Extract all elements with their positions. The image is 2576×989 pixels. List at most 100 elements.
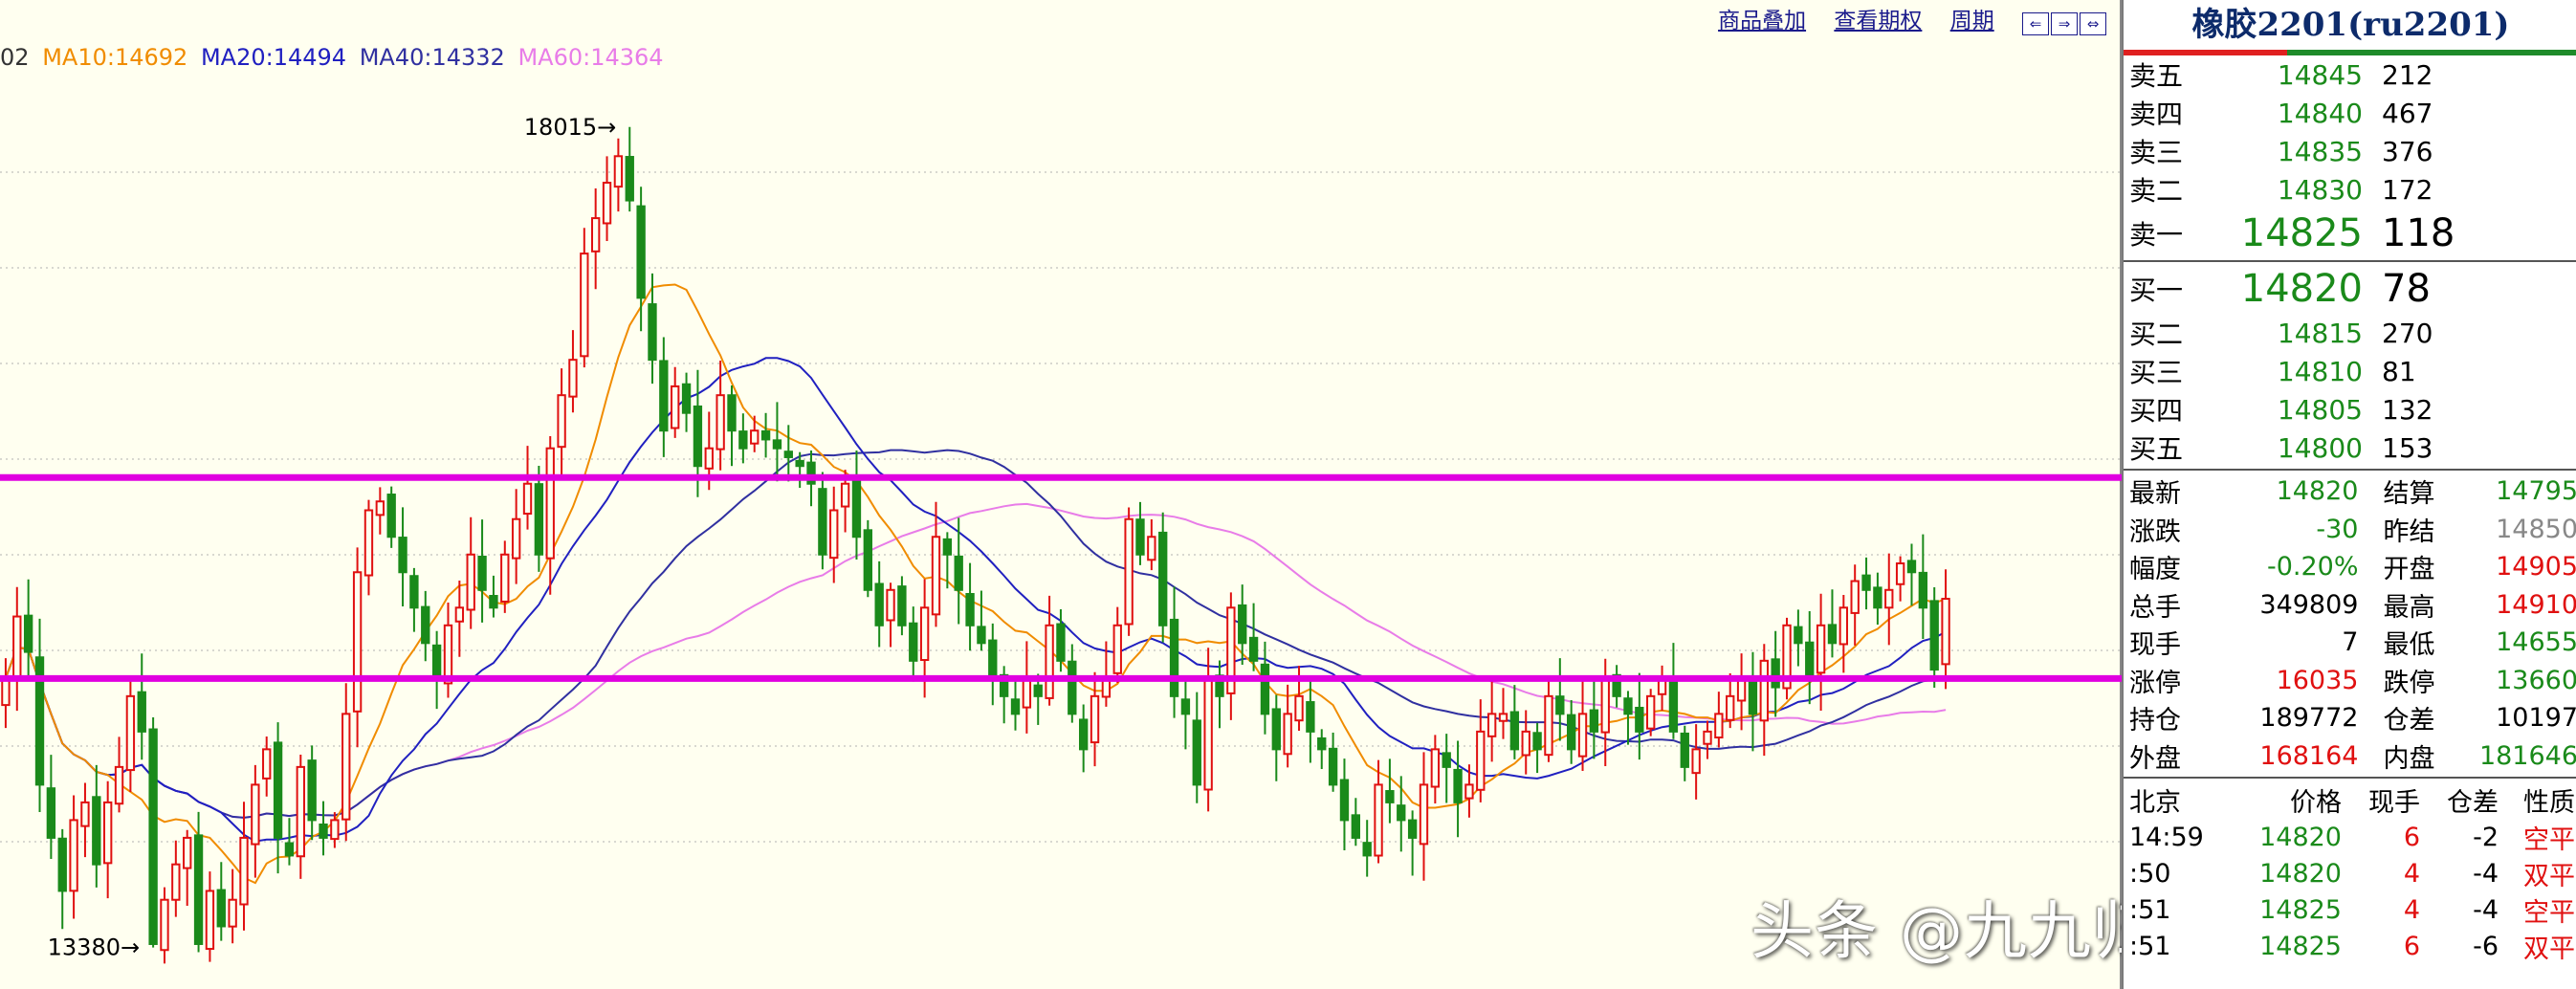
col-hand: 现手: [2368, 787, 2420, 818]
candle-body: [671, 385, 680, 429]
tick-price: 14820: [2259, 822, 2342, 852]
kline-chart[interactable]: 18015→ 13380→: [0, 0, 2122, 989]
stat-label: 最新: [2129, 479, 2181, 510]
candle-body: [477, 555, 487, 591]
candle-body: [375, 500, 385, 516]
candle-body: [1544, 694, 1553, 757]
contract-title: 橡胶2201(ru2201): [2191, 6, 2510, 44]
ask-row[interactable]: 卖五 14845 212: [2124, 55, 2576, 94]
candle-body: [341, 713, 351, 821]
candle-body: [398, 537, 407, 574]
stat-row: 持仓 189772 仓差 10197: [2124, 699, 2576, 737]
candle-body: [443, 624, 453, 685]
divider: [2124, 469, 2576, 471]
bid-row[interactable]: 买二 14815 270: [2124, 314, 2576, 352]
candle-body: [931, 536, 941, 616]
arrow-left-icon[interactable]: ⇐: [2022, 11, 2049, 35]
candle-body: [23, 614, 33, 653]
candle-body: [1407, 819, 1418, 839]
tick-row[interactable]: 14:59 14820 6 -2 空平: [2124, 819, 2576, 855]
candle-body: [352, 571, 363, 713]
candle-body: [1691, 748, 1701, 775]
stat-value: 14850: [2496, 514, 2576, 544]
tick-row[interactable]: :51 14825 6 -6 双平: [2124, 928, 2576, 964]
candle-body: [1464, 783, 1474, 800]
tick-nature: 空平: [2523, 824, 2575, 855]
candle-body: [636, 205, 646, 299]
stat-label: 跌停: [2383, 668, 2435, 698]
candle-body: [1759, 659, 1769, 722]
ask-price: 14830: [2277, 173, 2363, 206]
candle-body: [1180, 698, 1191, 715]
candle-body: [1646, 694, 1656, 730]
bid-book: 买一 14820 78 买二 14815 270 买三 14810 81 买四 14805 13…: [2124, 264, 2576, 467]
candle-body: [772, 439, 782, 450]
ask-price: 14840: [2277, 97, 2363, 129]
candle-body: [1306, 701, 1315, 733]
stat-row: 涨停 16035 跌停 13660: [2124, 662, 2576, 700]
ma-prefix: 02: [0, 44, 30, 71]
bid-row[interactable]: 买三 14810 81: [2124, 352, 2576, 390]
ask-row[interactable]: 卖四 14840 467: [2124, 94, 2576, 132]
candle-body: [557, 394, 566, 449]
ask-row[interactable]: 卖二 14830 172: [2124, 170, 2576, 209]
candle-body: [659, 360, 669, 432]
stat-value: 189772: [2259, 703, 2359, 734]
candle-body: [363, 509, 374, 577]
candle-body: [625, 156, 634, 202]
arrow-right-icon[interactable]: ⇒: [2051, 11, 2078, 35]
stat-label: 涨跌: [2129, 516, 2181, 547]
candle-body: [137, 691, 146, 733]
candle-body: [1112, 624, 1122, 674]
arrow-both-icon[interactable]: ⇔: [2080, 11, 2106, 35]
candle-body: [1794, 626, 1803, 645]
candle-body: [125, 694, 136, 772]
candle-body: [1147, 536, 1156, 561]
ask-book: 卖五 14845 212 卖四 14840 467 卖三 14835 376 卖二 14830…: [2124, 55, 2576, 258]
overlay-commodity-link[interactable]: 商品叠加: [1718, 9, 1806, 33]
candle-body: [716, 394, 725, 451]
ask-row-best[interactable]: 卖一 14825 118: [2124, 209, 2576, 258]
stat-label: 外盘: [2129, 743, 2181, 774]
candle-body: [919, 606, 930, 662]
candle-body: [114, 765, 124, 805]
candle-body: [1623, 697, 1633, 715]
bid-row[interactable]: 买四 14805 132: [2124, 390, 2576, 429]
candle-body: [1385, 790, 1395, 803]
stat-label: 内盘: [2383, 743, 2435, 774]
candle-body: [1771, 658, 1780, 689]
view-options-link[interactable]: 查看期权: [1834, 9, 1922, 33]
bid-row[interactable]: 买五 14800 153: [2124, 429, 2576, 467]
candle-body: [874, 582, 884, 626]
ticks-list[interactable]: 14:59 14820 6 -2 空平:50 14820 4 -4 双平:51 14825 4 -4 空…: [2124, 819, 2576, 964]
candle-body: [965, 593, 975, 626]
candle-body: [977, 626, 986, 645]
tick-row[interactable]: :51 14825 4 -4 空平: [2124, 891, 2576, 928]
candle-body: [1600, 677, 1610, 734]
bid-label: 买五: [2129, 433, 2184, 465]
stat-label: 幅度: [2129, 555, 2181, 585]
stat-value: 10197: [2496, 703, 2576, 734]
period-link[interactable]: 周期: [1950, 9, 1994, 33]
bid-row-best[interactable]: 买一 14820 78: [2124, 264, 2576, 314]
tick-row[interactable]: :50 14820 4 -4 双平: [2124, 855, 2576, 891]
stat-label: 总手: [2129, 592, 2181, 623]
candle-body: [1805, 641, 1815, 680]
ask-label: 卖五: [2129, 60, 2184, 92]
ask-row[interactable]: 卖三 14835 376: [2124, 132, 2576, 170]
candle-body: [92, 796, 101, 866]
chart-toolbar: 商品叠加 查看期权 周期 ⇐ ⇒ ⇔: [1718, 4, 2122, 38]
candle-body: [1294, 694, 1304, 722]
candle-body: [613, 155, 624, 188]
candle-body: [330, 819, 340, 841]
tick-hand: 6: [2403, 822, 2420, 852]
candle-body: [102, 801, 113, 865]
candle-body: [1589, 709, 1599, 733]
ma10-label: MA10:14692: [42, 44, 188, 71]
candle-body: [296, 765, 305, 858]
kline-chart-area[interactable]: 18015→ 13380→ 02 MA10:14692 MA20:14494 MA…: [0, 0, 2122, 989]
tick-nature: 双平: [2523, 861, 2575, 891]
bid-price: 14815: [2277, 317, 2363, 349]
tick-diff: -4: [2473, 858, 2499, 889]
candle-body: [727, 394, 737, 432]
